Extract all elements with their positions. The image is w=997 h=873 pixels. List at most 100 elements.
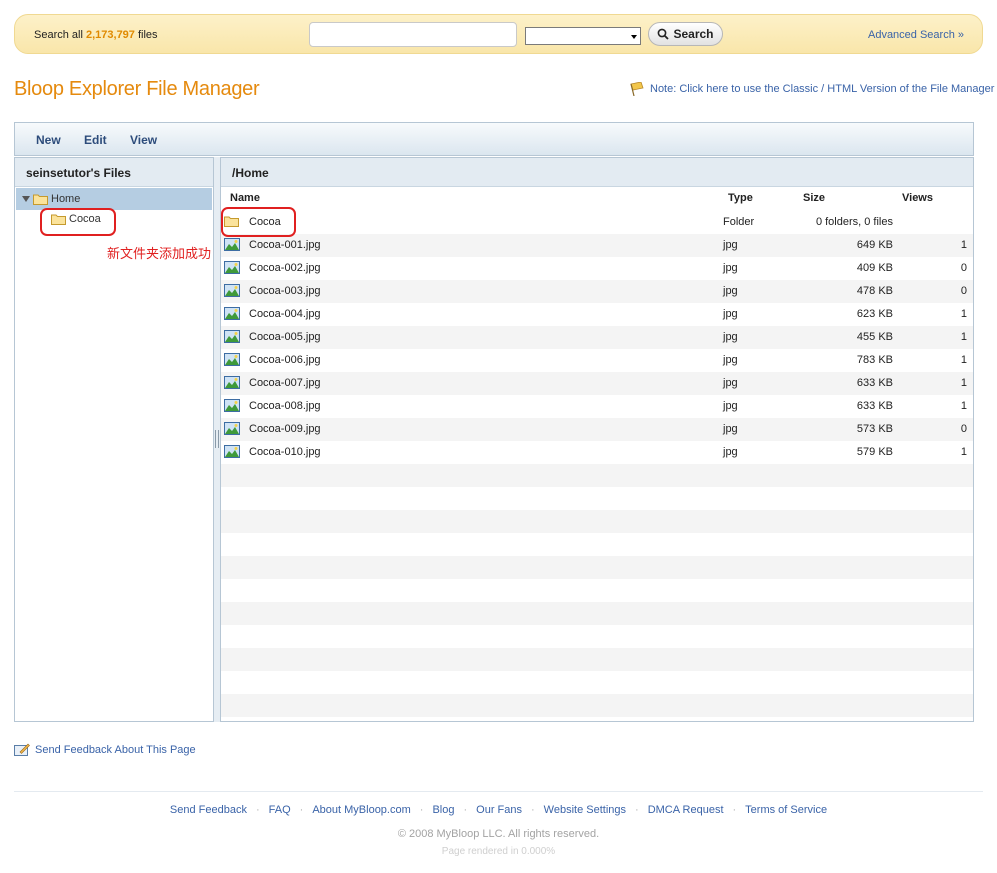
file-size: 409 KB: [856, 262, 893, 274]
file-size: 579 KB: [856, 446, 893, 458]
file-views: 0: [960, 285, 967, 297]
footer-link[interactable]: FAQ: [269, 804, 291, 816]
folder-tree-title: seinsetutor's Files: [15, 158, 213, 187]
file-type: jpg: [723, 354, 738, 366]
file-list-header: Name Type Size Views: [221, 187, 973, 210]
footer-divider: [14, 791, 983, 792]
file-name: Cocoa-008.jpg: [249, 400, 321, 412]
footer-link[interactable]: Send Feedback: [170, 804, 247, 816]
feedback-label[interactable]: Send Feedback About This Page: [35, 744, 196, 756]
file-type: jpg: [723, 285, 738, 297]
tree-item-home-label: Home: [51, 193, 81, 205]
file-size: 455 KB: [856, 331, 893, 343]
footer-separator: ·: [299, 804, 304, 816]
image-icon: [224, 376, 240, 392]
file-type: jpg: [723, 262, 738, 274]
file-type: jpg: [723, 377, 738, 389]
file-type: jpg: [723, 446, 738, 458]
empty-row: [221, 694, 973, 717]
folder-icon: [33, 194, 48, 205]
file-views: 1: [960, 354, 967, 366]
menu-new[interactable]: New: [36, 133, 61, 147]
file-list-pane: /Home Name Type Size Views Cocoa Folder 0 …: [220, 157, 974, 722]
column-views[interactable]: Views: [902, 192, 933, 204]
file-row[interactable]: Cocoa-003.jpg jpg 478 KB 0: [221, 280, 973, 303]
image-icon: [224, 330, 240, 346]
file-views: 0: [960, 262, 967, 274]
image-icon: [224, 399, 240, 415]
file-name: Cocoa-005.jpg: [249, 331, 321, 343]
file-row[interactable]: Cocoa-004.jpg jpg 623 KB 1: [221, 303, 973, 326]
file-row[interactable]: Cocoa-010.jpg jpg 579 KB 1: [221, 441, 973, 464]
file-size: 0 folders, 0 files: [815, 216, 893, 228]
file-views: 0: [960, 423, 967, 435]
file-row[interactable]: Cocoa-009.jpg jpg 573 KB 0: [221, 418, 973, 441]
file-views: 1: [960, 239, 967, 251]
search-category-select[interactable]: [525, 27, 641, 45]
image-icon: [224, 353, 240, 369]
empty-row: [221, 464, 973, 487]
empty-row: [221, 510, 973, 533]
footer-separator: ·: [463, 804, 468, 816]
current-path: /Home: [221, 158, 973, 187]
file-row[interactable]: Cocoa-001.jpg jpg 649 KB 1: [221, 234, 973, 257]
footer-separator: ·: [732, 804, 737, 816]
footer-link[interactable]: Website Settings: [544, 804, 626, 816]
column-name[interactable]: Name: [230, 192, 260, 204]
file-name: Cocoa-009.jpg: [249, 423, 321, 435]
note-flag-icon: [630, 82, 644, 96]
advanced-search-link[interactable]: Advanced Search »: [868, 29, 964, 41]
classic-version-note[interactable]: Note: Click here to use the Classic / HT…: [629, 82, 994, 96]
column-type[interactable]: Type: [728, 192, 753, 204]
search-prefix: Search all: [34, 29, 83, 41]
file-name: Cocoa-007.jpg: [249, 377, 321, 389]
file-manager-toolbar: New Edit View: [14, 122, 974, 156]
footer-separator: ·: [635, 804, 639, 816]
feedback-link[interactable]: Send Feedback About This Page: [14, 743, 196, 757]
file-size: 633 KB: [856, 377, 893, 389]
search-file-count: Search all 2,173,797 files: [34, 29, 158, 41]
tree-item-home[interactable]: Home: [16, 188, 212, 210]
file-name: Cocoa-002.jpg: [249, 262, 321, 274]
file-type: jpg: [723, 239, 738, 251]
file-type: jpg: [723, 423, 738, 435]
file-row[interactable]: Cocoa-005.jpg jpg 455 KB 1: [221, 326, 973, 349]
file-row[interactable]: Cocoa-008.jpg jpg 633 KB 1: [221, 395, 973, 418]
file-row[interactable]: Cocoa-002.jpg jpg 409 KB 0: [221, 257, 973, 280]
folder-tree-pane: seinsetutor's Files Home Cocoa: [14, 157, 214, 722]
copyright: © 2008 MyBloop LLC. All rights reserved.: [397, 828, 600, 840]
footer-link[interactable]: Our Fans: [476, 804, 522, 816]
feedback-pencil-icon: [14, 743, 30, 756]
image-icon: [224, 284, 240, 300]
splitter-grip-icon[interactable]: [215, 430, 219, 448]
magnifier-icon: [658, 28, 670, 40]
file-size: 633 KB: [856, 400, 893, 412]
file-row[interactable]: Cocoa-007.jpg jpg 633 KB 1: [221, 372, 973, 395]
file-name: Cocoa-003.jpg: [249, 285, 321, 297]
column-size[interactable]: Size: [803, 192, 825, 204]
file-size: 478 KB: [856, 285, 893, 297]
footer-link[interactable]: DMCA Request: [648, 804, 724, 816]
footer-separator: ·: [531, 804, 535, 816]
file-size: 573 KB: [856, 423, 893, 435]
menu-edit[interactable]: Edit: [84, 133, 107, 147]
expand-triangle-icon[interactable]: [22, 195, 30, 203]
tree-item-cocoa[interactable]: Cocoa: [51, 213, 101, 225]
menu-view[interactable]: View: [130, 133, 157, 147]
file-type: Folder: [723, 216, 755, 228]
file-row[interactable]: Cocoa-006.jpg jpg 783 KB 1: [221, 349, 973, 372]
folder-row[interactable]: Cocoa Folder 0 folders, 0 files: [221, 211, 973, 234]
classic-version-link[interactable]: Note: Click here to use the Classic / HT…: [650, 83, 994, 95]
empty-row: [221, 579, 973, 602]
file-name: Cocoa: [249, 216, 281, 228]
tree-item-cocoa-label: Cocoa: [69, 213, 101, 225]
file-size: 623 KB: [856, 308, 893, 320]
footer-link[interactable]: Blog: [432, 804, 454, 816]
footer-link[interactable]: About MyBloop.com: [312, 804, 410, 816]
success-annotation: 新文件夹添加成功: [107, 246, 212, 261]
footer-link[interactable]: Terms of Service: [745, 804, 827, 816]
file-type: jpg: [723, 308, 738, 320]
file-name: Cocoa-006.jpg: [249, 354, 321, 366]
search-input[interactable]: [309, 22, 517, 47]
search-button[interactable]: Search: [648, 22, 723, 46]
